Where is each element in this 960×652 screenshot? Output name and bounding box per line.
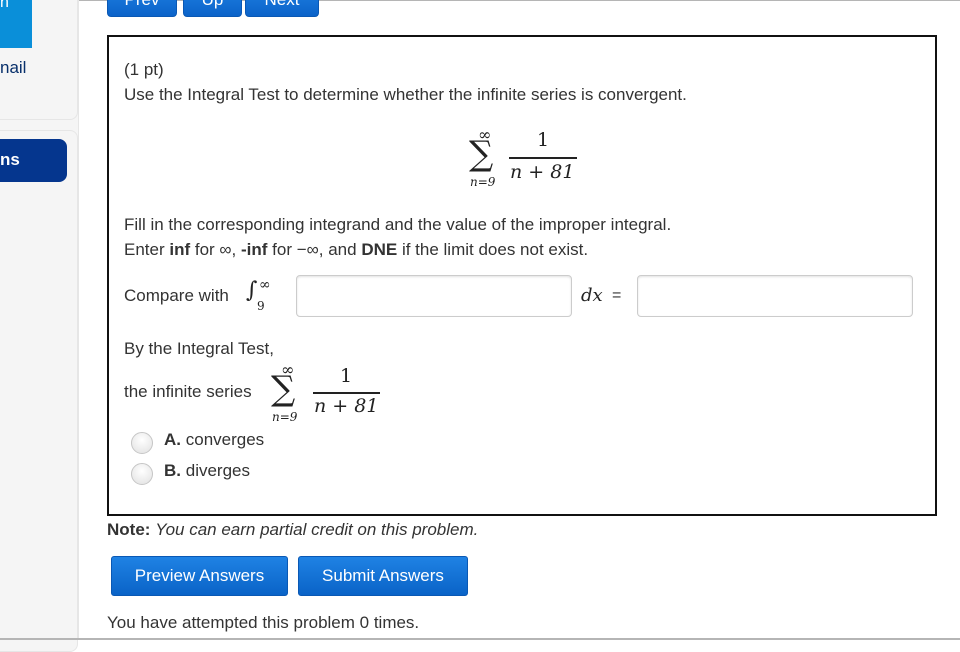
inline-sigma-symbol: ∑ — [271, 369, 296, 409]
sidebar-top-button[interactable]: n — [0, 0, 32, 48]
by-integral-test: By the Integral Test, — [124, 339, 274, 358]
equals-sign: = — [612, 287, 622, 304]
series-label: the infinite series — [124, 382, 252, 401]
series-lower-limit: n=9 — [470, 175, 496, 189]
up-button[interactable]: Up — [183, 0, 242, 17]
problem-points: (1 pt) — [124, 60, 164, 79]
inline-series-denominator: n + 81 — [314, 395, 379, 417]
series-denominator: n + 81 — [510, 161, 575, 183]
fill-in-instruction: Fill in the corresponding integrand and … — [124, 215, 672, 234]
sigma-symbol: ∑ — [469, 134, 494, 174]
preview-answers-button[interactable]: Preview Answers — [111, 556, 288, 596]
integral-symbol: ∫ — [246, 278, 258, 303]
dx-label: dx — [581, 285, 603, 306]
radio-converges[interactable] — [131, 432, 153, 454]
integral-lower-limit: 9 — [257, 299, 265, 313]
radio-diverges[interactable] — [131, 463, 153, 485]
inline-series-lower-limit: n=9 — [272, 410, 298, 424]
option-a-label: A. converges — [164, 430, 265, 449]
series-numerator: 1 — [537, 129, 550, 151]
next-button[interactable]: Next — [245, 0, 319, 17]
attempts-count: You have attempted this problem 0 times. — [107, 613, 420, 632]
inline-series-numerator: 1 — [340, 365, 353, 387]
problem-instruction: Use the Integral Test to determine wheth… — [124, 85, 687, 104]
sidebar-email-link[interactable]: nail — [0, 58, 26, 78]
prev-button[interactable]: Prev — [107, 0, 177, 17]
partial-credit-note: Note: You can earn partial credit on thi… — [107, 520, 479, 539]
submit-answers-button[interactable]: Submit Answers — [298, 556, 468, 596]
sidebar-nav-panel — [0, 130, 78, 652]
integrand-input[interactable] — [296, 275, 572, 317]
sidebar-nav-button[interactable]: ns — [0, 139, 67, 182]
fraction-bar — [509, 157, 577, 159]
entry-instruction: Enter inf for ∞, -inf for −∞, and DNE if… — [124, 240, 589, 259]
sidebar-top-button-label: n — [0, 0, 9, 11]
problem-box: (1 pt) Use the Integral Test to determin… — [107, 35, 937, 516]
integral-upper-limit: ∞ — [259, 277, 271, 293]
sidebar: n nail ns — [0, 0, 79, 652]
compare-label: Compare with — [124, 286, 229, 305]
option-b-label: B. diverges — [164, 461, 250, 480]
integral-value-input[interactable] — [637, 275, 913, 317]
sidebar-nav-button-label: ns — [0, 150, 20, 169]
inline-fraction-bar — [313, 392, 380, 394]
